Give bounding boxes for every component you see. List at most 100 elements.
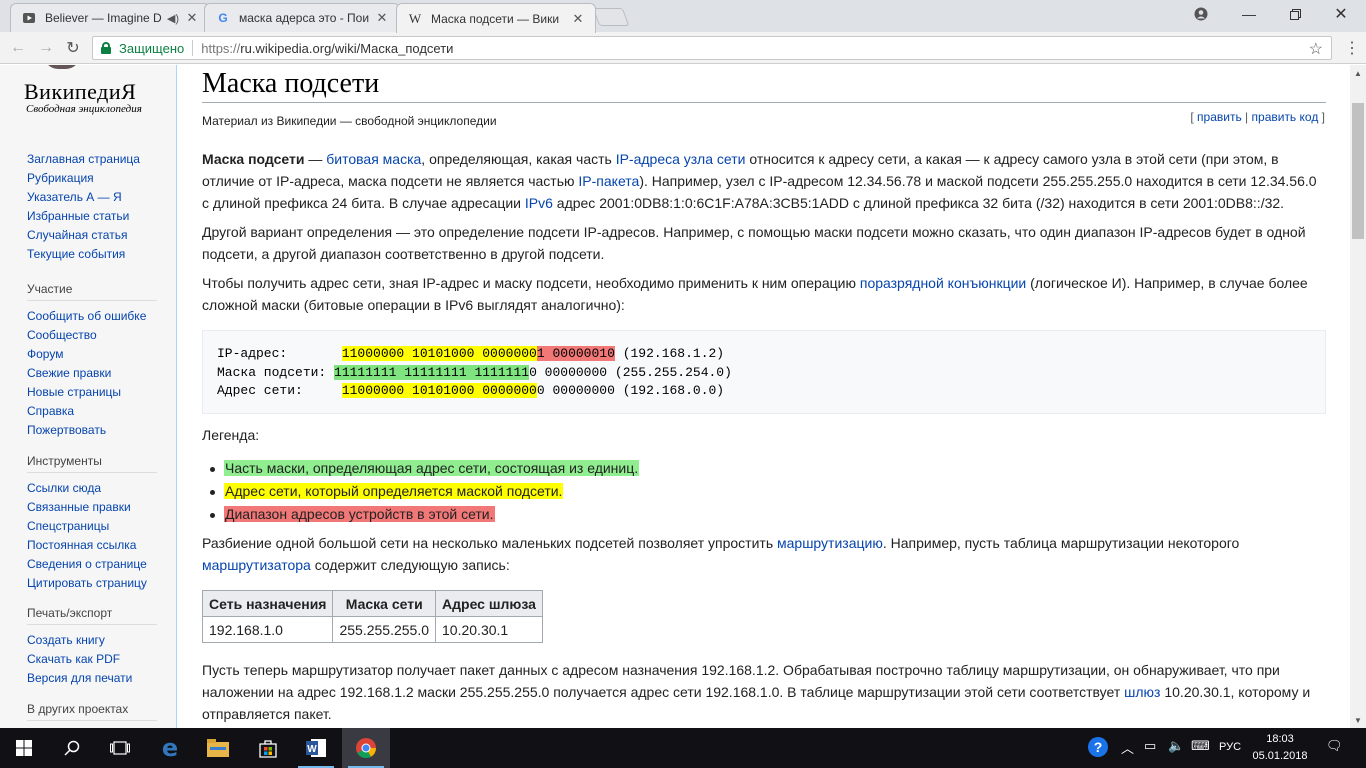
page-title: Маска подсети — [202, 68, 380, 99]
windows-logo-icon — [16, 740, 32, 756]
edge-icon[interactable]: e — [146, 728, 194, 768]
search-icon[interactable] — [48, 728, 96, 768]
legend-list: Часть маски, определяющая адрес сети, со… — [209, 457, 640, 526]
back-arrow-icon[interactable]: ← — [7, 37, 29, 59]
sidebar-link[interactable]: Текущие события — [27, 245, 157, 264]
code-label: Адрес сети: — [217, 383, 342, 398]
sidebar-link[interactable]: Сообщить об ошибке — [27, 307, 157, 326]
link[interactable]: поразрядной конъюнкции — [860, 275, 1026, 291]
sidebar-link[interactable]: Рубрикация — [27, 169, 157, 188]
bracket: ] — [1318, 110, 1325, 124]
link[interactable]: маршрутизацию — [777, 535, 883, 551]
sidebar-link[interactable]: Сведения о странице — [27, 555, 157, 574]
sidebar-link[interactable]: Скачать как PDF — [27, 650, 157, 669]
lock-icon — [101, 42, 111, 54]
legend-text: Часть маски, определяющая адрес сети, со… — [224, 460, 640, 476]
bookmark-star-icon[interactable]: ☆ — [1309, 39, 1323, 59]
scrollbar-thumb[interactable] — [1352, 103, 1364, 239]
sidebar-link[interactable]: Спецстраницы — [27, 517, 157, 536]
close-tab-icon[interactable]: ✕ — [571, 11, 585, 27]
close-window-button[interactable]: ✕ — [1318, 0, 1364, 28]
text: адрес 2001:0DB8:1:0:6C1F:A78A:3CB5:1ADD … — [552, 195, 1285, 211]
chevron-up-icon[interactable]: ︿ — [1121, 738, 1134, 757]
edit-link[interactable]: править — [1197, 110, 1242, 124]
minimize-button[interactable]: — — [1226, 0, 1272, 28]
profile-icon[interactable] — [1178, 0, 1224, 28]
windows-taskbar: e W ? ︿ ▭ 🔈 ⌨ РУС 18:03 05.01.2018 🗨 — [0, 728, 1366, 768]
sidebar-link[interactable]: Связанные правки — [27, 498, 157, 517]
volume-icon[interactable]: 🔈 — [1168, 738, 1184, 754]
close-tab-icon[interactable]: ✕ — [375, 10, 389, 26]
sidebar-link[interactable]: Постоянная ссылка — [27, 536, 157, 555]
tab-wikipedia[interactable]: W Маска подсети — Вики ✕ — [396, 3, 596, 33]
sidebar-link[interactable]: Случайная статья — [27, 226, 157, 245]
tab-google[interactable]: G маска адерса это - Поис ✕ — [204, 3, 400, 32]
link[interactable]: узла сети — [684, 151, 746, 167]
clock[interactable]: 18:03 05.01.2018 — [1250, 731, 1310, 765]
edit-source-link[interactable]: править код — [1252, 110, 1319, 124]
link[interactable]: IPv6 — [525, 195, 553, 211]
legend-item: Адрес сети, который определяется маской … — [209, 480, 639, 503]
keyboard-icon[interactable]: ⌨ — [1191, 738, 1210, 754]
address-bar[interactable]: Защищено https://ru.wikipedia.org/wiki/М… — [92, 36, 1332, 60]
speaker-icon[interactable]: ◀) — [167, 12, 179, 25]
clock-time: 18:03 — [1266, 733, 1294, 745]
divider — [192, 40, 194, 56]
text: Чтобы получить адрес сети, зная IP-адрес… — [202, 275, 860, 291]
page-viewport: ВикипедиЯ Свободная энциклопедия Заглавн… — [0, 65, 1350, 728]
forward-arrow-icon[interactable]: → — [35, 37, 57, 59]
start-button[interactable] — [0, 728, 48, 768]
vertical-scrollbar[interactable]: ▲ ▼ — [1350, 65, 1366, 728]
restore-button[interactable] — [1272, 0, 1318, 28]
sidebar-link[interactable]: Указатель А — Я — [27, 188, 157, 207]
legend-label: Легенда: — [202, 427, 260, 443]
chrome-icon[interactable] — [342, 728, 390, 768]
help-icon[interactable]: ? — [1087, 736, 1109, 761]
wikipedia-wordmark[interactable]: ВикипедиЯ — [24, 79, 136, 105]
sidebar-link[interactable]: Свежие правки — [27, 364, 157, 383]
file-explorer-icon[interactable] — [194, 728, 242, 768]
close-tab-icon[interactable]: ✕ — [185, 10, 199, 26]
link[interactable]: IP-адреса — [616, 151, 680, 167]
menu-dots-icon[interactable]: ⋮ — [1342, 37, 1362, 59]
code-text: 0 00000000 (192.168.0.0) — [536, 383, 725, 398]
sidebar-link[interactable]: Ссылки сюда — [27, 479, 157, 498]
word-icon[interactable]: W — [292, 728, 340, 768]
text: Пусть теперь маршрутизатор получает паке… — [202, 662, 1280, 700]
paragraph-packet: Пусть теперь маршрутизатор получает паке… — [202, 659, 1326, 725]
language-indicator[interactable]: РУС — [1219, 741, 1241, 753]
sidebar-link[interactable]: Версия для печати — [27, 669, 157, 688]
legend-text: Диапазон адресов устройств в этой сети. — [224, 506, 495, 522]
new-tab-button[interactable] — [592, 8, 630, 26]
sidebar-link[interactable]: Форум — [27, 345, 157, 364]
wikipedia-tagline: Свободная энциклопедия — [26, 103, 142, 115]
link[interactable]: IP-пакета — [578, 173, 639, 189]
scroll-up-arrow-icon[interactable]: ▲ — [1350, 65, 1366, 81]
tab-youtube[interactable]: Believer — Imagine D ◀) ✕ — [10, 3, 210, 32]
network-icon[interactable]: ▭ — [1144, 738, 1156, 754]
sidebar-link[interactable]: Новые страницы — [27, 383, 157, 402]
url-host-path: ru.wikipedia.org/wiki/Маска_подсети — [240, 40, 454, 56]
task-view-icon[interactable] — [96, 728, 144, 768]
portal-heading: Участие — [27, 282, 157, 301]
sidebar-link[interactable]: Сообщество — [27, 326, 157, 345]
sidebar-link[interactable]: Справка — [27, 402, 157, 421]
notifications-icon[interactable]: 🗨 — [1326, 738, 1343, 754]
link[interactable]: битовая маска — [326, 151, 421, 167]
text: , определяющая, какая часть — [421, 151, 616, 167]
reload-icon[interactable]: ↻ — [62, 37, 84, 59]
column-header: Сеть назначения — [201, 590, 334, 617]
edit-links: [ править | править код ] — [1190, 110, 1325, 124]
sidebar-link[interactable]: Заглавная страница — [27, 150, 157, 169]
store-icon[interactable] — [244, 728, 292, 768]
sidebar-link[interactable]: Создать книгу — [27, 631, 157, 650]
sidebar-link[interactable]: Пожертвовать — [27, 421, 157, 440]
url-text[interactable]: https://ru.wikipedia.org/wiki/Маска_подс… — [201, 41, 453, 56]
wikipedia-globe-logo[interactable] — [44, 65, 80, 69]
portal-heading: В других проектах — [27, 702, 157, 721]
link[interactable]: маршрутизатора — [202, 557, 311, 573]
link[interactable]: шлюз — [1124, 684, 1160, 700]
sidebar-link[interactable]: Избранные статьи — [27, 207, 157, 226]
sidebar-link[interactable]: Цитировать страницу — [27, 574, 157, 593]
scroll-down-arrow-icon[interactable]: ▼ — [1350, 712, 1366, 728]
